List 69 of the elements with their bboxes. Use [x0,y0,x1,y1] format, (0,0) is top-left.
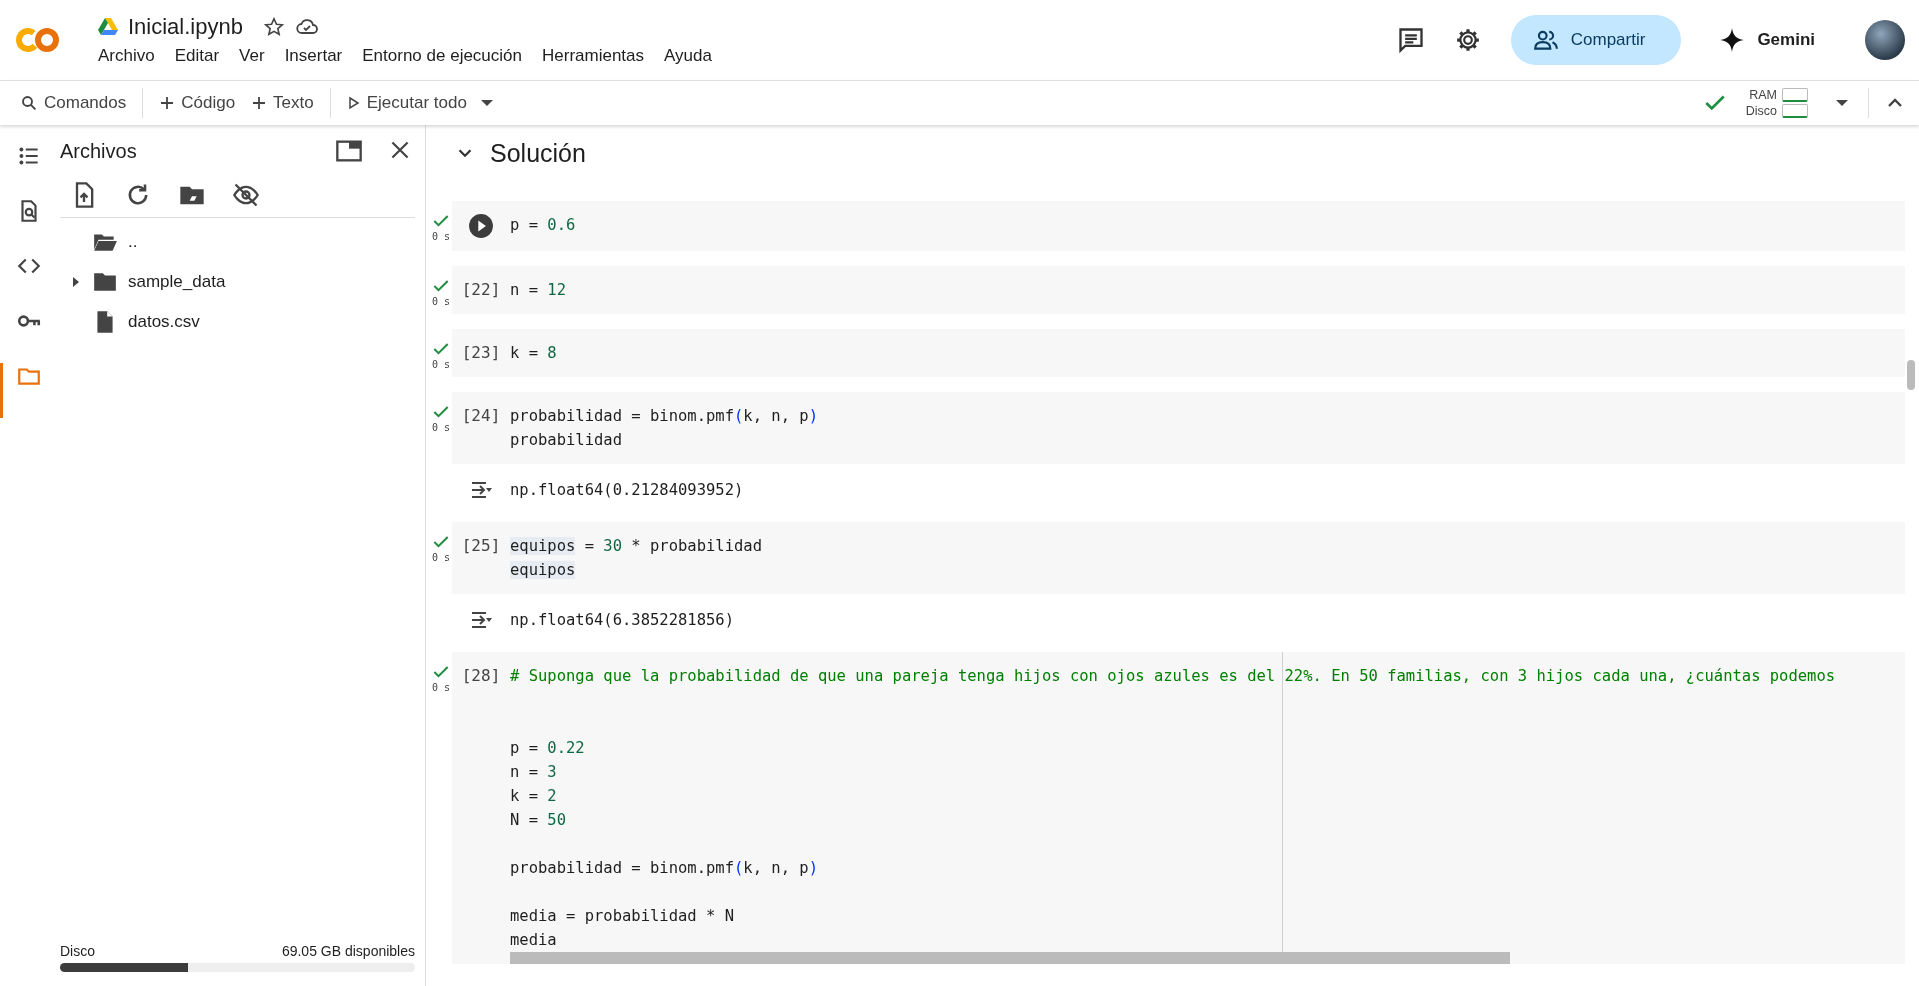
plus-icon [159,95,176,111]
execution-time: 0 s [431,422,451,433]
code-line: k = 2 [510,786,558,807]
settings-icon[interactable] [1454,27,1481,53]
comment-icon[interactable] [1396,26,1425,54]
code-line: equipos = 30 * probabilidad [510,536,762,557]
cell-output: np.float64(0.21284093952) [510,481,744,499]
disk-available: 69.05 GB disponibles [281,943,415,959]
execution-count: [24] [461,405,501,427]
execution-time: 0 s [431,552,451,563]
code-line: p = 0.6 [510,215,576,236]
star-icon[interactable] [262,16,285,38]
execution-time: 0 s [431,359,451,370]
menu-item[interactable]: Editar [174,46,220,66]
resource-meter[interactable]: RAM Disco [1745,87,1808,119]
execution-time: 0 s [431,682,451,693]
file-name[interactable]: .. [128,232,138,252]
code-cell[interactable]: [22] n = 12 [452,266,1905,314]
menu-item[interactable]: Herramientas [542,46,645,66]
add-code-button[interactable]: Código [151,93,244,113]
plus-icon [251,95,268,111]
panel-title: Archivos [60,139,137,163]
search-icon [20,94,38,112]
execution-count: [28] [461,665,501,687]
scrollbar[interactable] [510,952,1510,964]
code-line: probabilidad = binom.pmf(k, n, p) [510,858,819,879]
menu-item[interactable]: Archivo [98,46,155,66]
code-line: media [510,930,558,951]
code-line: N = 50 [510,810,567,831]
code-cell[interactable]: [23] k = 8 [452,329,1905,377]
code-line: probabilidad = binom.pmf(k, n, p) [510,406,818,427]
code-line: k = 8 [510,343,557,364]
hidden-eye-icon[interactable] [232,181,260,209]
execution-time: 0 s [431,231,451,242]
menu-item[interactable]: Insertar [284,46,343,66]
menu-item[interactable]: Ver [239,46,265,66]
scrollbar[interactable] [1907,360,1915,390]
execution-count: [22] [461,279,501,301]
file-name[interactable]: datos.csv [128,312,200,332]
menu-item[interactable]: Ayuda [664,46,712,66]
cell-output: np.float64(6.3852281856) [510,611,734,629]
avatar[interactable] [1865,20,1905,60]
disk-label: Disco [60,943,95,959]
code-line: n = 12 [510,280,566,301]
code-line: n = 3 [510,762,558,783]
colab-logo[interactable] [16,25,60,55]
add-text-button[interactable]: Texto [243,93,322,113]
code-line: p = 0.22 [510,738,586,759]
play-icon [346,96,361,110]
menu-item[interactable]: Entorno de ejecución [362,46,522,66]
notebook-title[interactable]: Inicial.ipynb [128,14,243,40]
run-all-button[interactable]: Ejecutar todo [338,93,475,113]
execution-time: 0 s [431,296,451,307]
code-line: media = probabilidad * N [510,906,735,927]
code-cell[interactable] [452,652,1905,964]
execution-count: [23] [461,342,501,364]
section-heading: Solución [490,138,586,168]
commands-button[interactable]: Comandos [12,93,135,113]
gemini-button[interactable]: Gemini [1711,27,1835,53]
drive-icon[interactable] [98,18,118,36]
code-line: probabilidad [510,430,623,451]
code-cell[interactable]: [25] equipos = 30 * probabilidad equipos [452,522,1905,594]
share-button[interactable]: Compartir [1510,15,1682,65]
file-name[interactable]: sample_data [128,272,226,292]
code-cell[interactable]: [24] probabilidad = binom.pmf(k, n, p) probabilidad [452,392,1905,464]
code-cell[interactable]: p = 0.6 [452,201,1905,251]
run-cell-button[interactable] [468,213,494,239]
code-line: # Suponga que la probabilidad de que una pareja tenga hijos con ojos azules es del 22%. En 50 familias, con 3 hijos cada una, ¿cuántas podemos [510,666,1836,687]
execution-count: [25] [461,535,501,557]
